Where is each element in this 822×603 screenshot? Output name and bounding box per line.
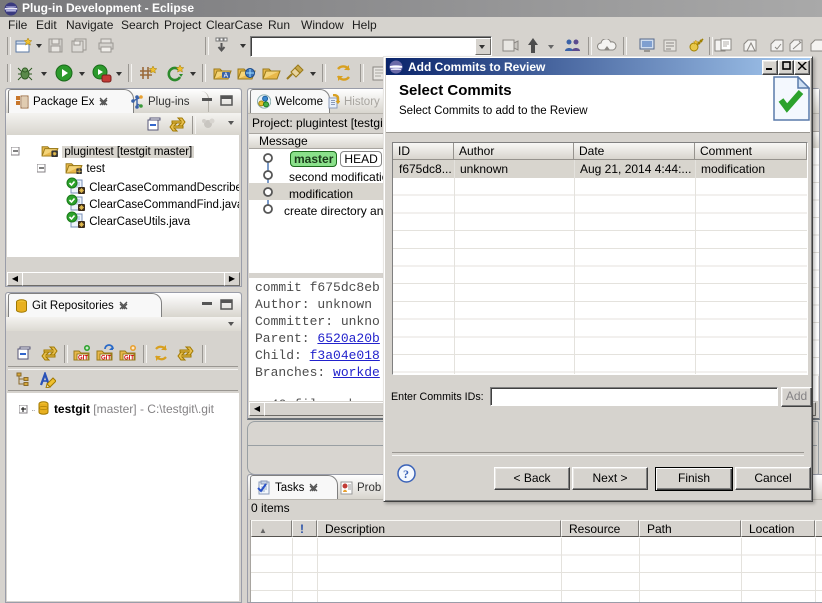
svg-text:GIT: GIT	[78, 356, 88, 362]
svg-text:A: A	[224, 73, 229, 80]
svg-text:GIT: GIT	[101, 356, 111, 362]
svg-text:?: ?	[403, 467, 409, 481]
svg-text:GIT: GIT	[124, 356, 134, 362]
